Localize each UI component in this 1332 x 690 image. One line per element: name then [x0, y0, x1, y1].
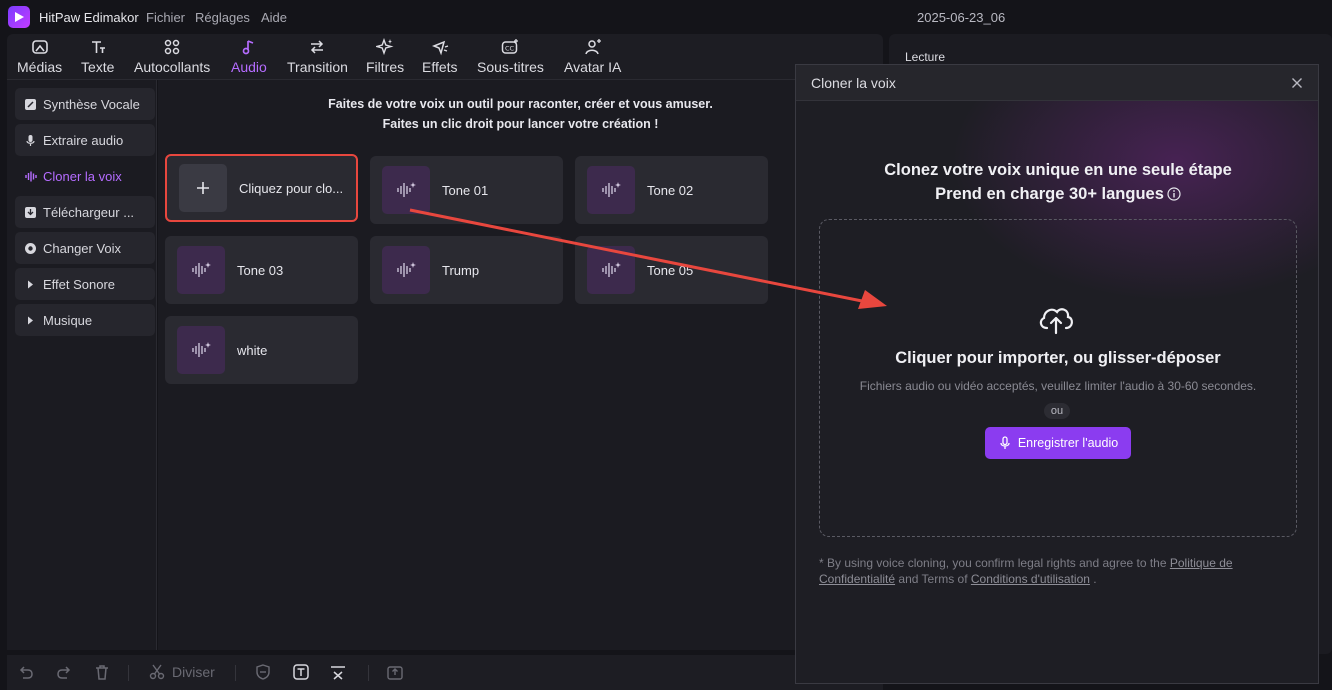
menu-aide[interactable]: Aide	[261, 10, 287, 25]
sidebar-item-extraire-audio[interactable]: Extraire audio	[15, 124, 155, 156]
sidebar-item-effet-sonore[interactable]: Effet Sonore	[15, 268, 155, 300]
card-label: Tone 02	[647, 182, 694, 198]
tab-medias[interactable]: Médias	[17, 38, 62, 75]
cloud-upload-icon	[1039, 308, 1073, 335]
caret-right-icon	[24, 278, 37, 291]
content-headline-2: Faites un clic droit pour lancer votre c…	[382, 117, 659, 131]
card-label: Trump	[442, 262, 480, 278]
resource-toolbar: Médias Texte Autocollants Audio Transiti…	[7, 34, 883, 80]
redo-icon[interactable]	[55, 663, 73, 681]
info-icon[interactable]	[1167, 187, 1181, 201]
text-icon	[91, 41, 105, 53]
mic-icon	[1000, 436, 1010, 449]
sidebar-item-cloner-la-voix[interactable]: Cloner la voix	[15, 160, 155, 192]
cut-range-icon[interactable]	[329, 663, 347, 681]
dialog-heading-2-row: Prend en charge 30+ langues	[796, 185, 1318, 204]
tab-effets[interactable]: Effets	[422, 38, 458, 75]
content-headline-1: Faites de votre voix un outil pour racon…	[328, 97, 713, 111]
app-name: HitPaw Edimakor	[39, 10, 139, 25]
voice-change-icon	[24, 242, 37, 255]
divider	[368, 665, 369, 681]
dropzone-subtitle: Fichiers audio ou vidéo acceptés, veuill…	[859, 379, 1257, 393]
mic-icon	[24, 134, 37, 147]
subtitles-icon: CC	[502, 39, 519, 54]
waveform-icon	[24, 170, 37, 183]
voice-card-tone-01[interactable]: Tone 01	[370, 156, 563, 224]
tab-transition[interactable]: Transition	[287, 38, 348, 75]
voice-card-tone-03[interactable]: Tone 03	[165, 236, 358, 304]
voice-wave-icon	[177, 246, 225, 294]
undo-icon[interactable]	[17, 663, 35, 681]
voice-wave-icon	[587, 166, 635, 214]
scissors-icon	[149, 664, 165, 680]
card-label: Tone 01	[442, 182, 489, 198]
sidebar-item-musique[interactable]: Musique	[15, 304, 155, 336]
menu-reglages[interactable]: Réglages	[195, 10, 250, 25]
dropzone-title: Cliquer pour importer, ou glisser-dépose…	[895, 349, 1221, 367]
legal-notice: * By using voice cloning, you confirm le…	[819, 556, 1233, 586]
voice-card-tone-05[interactable]: Tone 05	[575, 236, 768, 304]
audio-sidebar: Synthèse Vocale Extraire audio Cloner la…	[7, 80, 157, 650]
avatar-icon	[584, 39, 601, 55]
tab-sous-titres[interactable]: CC Sous-titres	[477, 38, 544, 75]
plus-icon	[179, 164, 227, 212]
terms-link[interactable]: Conditions d'utilisation	[971, 572, 1090, 586]
timeline-toolbar: Diviser	[7, 655, 883, 690]
record-audio-button[interactable]: Enregistrer l'audio	[985, 427, 1131, 459]
audio-icon	[242, 40, 254, 55]
preview-label: Lecture	[905, 50, 946, 64]
tts-icon	[24, 98, 37, 111]
voice-wave-icon	[177, 326, 225, 374]
sidebar-item-changer-voix[interactable]: Changer Voix	[15, 232, 155, 264]
card-label: Tone 03	[237, 262, 284, 278]
download-icon	[24, 206, 37, 219]
tab-filtres[interactable]: Filtres	[366, 38, 404, 75]
menu-fichier[interactable]: Fichier	[146, 10, 185, 25]
title-bar: HitPaw Edimakor Fichier Réglages Aide 20…	[0, 0, 1332, 34]
tab-audio[interactable]: Audio	[231, 38, 267, 75]
effects-icon	[431, 40, 448, 56]
svg-text:CC: CC	[505, 45, 515, 53]
voice-wave-icon	[587, 246, 635, 294]
voice-card-trump[interactable]: Trump	[370, 236, 563, 304]
divider	[128, 665, 129, 681]
voice-card-tone-02[interactable]: Tone 02	[575, 156, 768, 224]
close-icon[interactable]	[1289, 75, 1305, 91]
sidebar-item-synthese-vocale[interactable]: Synthèse Vocale	[15, 88, 155, 120]
clone-voice-dialog: Cloner la voix Clonez votre voix unique …	[795, 64, 1319, 684]
sidebar-item-telechargeur[interactable]: Téléchargeur ...	[15, 196, 155, 228]
export-frame-icon[interactable]	[386, 663, 404, 681]
tab-texte[interactable]: Texte	[81, 38, 114, 75]
dialog-heading-1: Clonez votre voix unique en une seule ét…	[884, 161, 1232, 179]
upload-dropzone[interactable]	[819, 219, 1297, 537]
clone-new-card[interactable]: Cliquez pour clo...	[165, 154, 358, 222]
media-icon	[31, 40, 48, 54]
dialog-heading-2: Prend en charge 30+ langues	[935, 185, 1164, 203]
voice-wave-icon	[382, 246, 430, 294]
card-label: Cliquez pour clo...	[239, 180, 344, 196]
shield-icon[interactable]	[254, 663, 272, 681]
voice-card-white[interactable]: white	[165, 316, 358, 384]
dialog-header: Cloner la voix	[796, 65, 1318, 101]
tab-avatar-ia[interactable]: Avatar IA	[564, 38, 621, 75]
voice-wave-icon	[382, 166, 430, 214]
card-label: white	[237, 342, 268, 358]
delete-icon[interactable]	[93, 663, 111, 681]
stickers-icon	[164, 39, 180, 55]
filters-icon	[376, 38, 394, 56]
text-box-icon[interactable]	[292, 663, 310, 681]
caret-right-icon	[24, 314, 37, 327]
or-separator: ou	[1044, 403, 1070, 419]
divider	[235, 665, 236, 681]
tab-autocollants[interactable]: Autocollants	[134, 38, 210, 75]
dialog-title: Cloner la voix	[811, 75, 896, 91]
transition-icon	[311, 40, 324, 54]
split-button[interactable]: Diviser	[148, 663, 215, 681]
project-name: 2025-06-23_06	[917, 10, 1006, 25]
card-label: Tone 05	[647, 262, 694, 278]
app-logo-icon	[8, 6, 30, 28]
